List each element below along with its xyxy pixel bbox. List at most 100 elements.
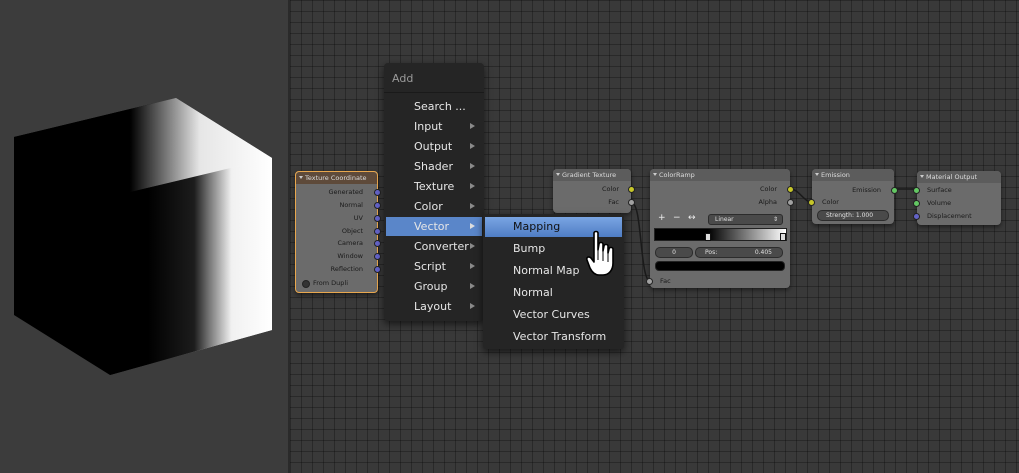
menu-item-label: Color [414,200,443,213]
submenu-arrow-icon [470,143,475,149]
stop-position-field[interactable]: Pos: 0.405 [695,247,783,258]
interpolation-value: Linear [715,216,734,223]
input-displacement: Displacement [927,212,972,220]
texture-coordinate-node[interactable]: Texture Coordinate Generated Normal UV O… [295,171,381,293]
menu-item-label: Group [414,280,448,293]
strength-value: Strength: 1.000 [826,212,874,219]
menu-item-search[interactable]: Search ... [386,97,482,116]
socket-color[interactable] [787,186,794,193]
input-surface: Surface [927,186,952,194]
menu-item-label: Output [414,140,453,153]
socket-window[interactable] [374,253,381,260]
submenu-arrow-icon [470,183,475,189]
stop-color-swatch[interactable] [655,261,785,271]
node-title: Emission [821,171,850,179]
ramp-stop-marker-end[interactable] [780,233,786,241]
menu-item-layout[interactable]: Layout [386,297,482,316]
node-header[interactable]: Texture Coordinate [296,172,377,184]
submenu-item-vector-curves[interactable]: Vector Curves [485,305,622,325]
output-emission: Emission [852,186,881,194]
gradient-texture-node[interactable]: Gradient Texture Color Fac [553,169,635,213]
from-dupli-checkbox[interactable] [302,280,310,288]
socket-object[interactable] [374,228,381,235]
hand-cursor-icon [586,230,614,276]
menu-item-script[interactable]: Script [386,257,482,276]
submenu-arrow-icon [470,243,475,249]
remove-stop-button[interactable]: − [673,213,681,223]
input-color: Color [822,198,839,206]
material-output-node[interactable]: Material Output Surface Volume Displacem… [913,171,1001,225]
menu-item-vector[interactable]: Vector [386,217,482,236]
submenu-arrow-icon [470,163,475,169]
submenu-item-label: Normal [513,286,553,299]
submenu-item-vector-transform[interactable]: Vector Transform [485,327,622,347]
submenu-arrow-icon [470,223,475,229]
node-title: Texture Coordinate [305,174,367,182]
menu-item-converter[interactable]: Converter [386,237,482,256]
menu-item-input[interactable]: Input [386,117,482,136]
menu-item-output[interactable]: Output [386,137,482,156]
submenu-item-label: Vector Transform [513,330,607,343]
output-color: Color [602,185,619,193]
pos-label: Pos: [705,249,718,256]
stop-index-field[interactable]: 0 [655,247,693,258]
socket-surface[interactable] [913,187,920,194]
socket-color-in[interactable] [808,199,815,206]
strength-field[interactable]: Strength: 1.000 [817,210,889,221]
add-stop-button[interactable]: + [658,213,666,223]
output-fac: Fac [608,198,619,206]
submenu-arrow-icon [470,303,475,309]
flip-ramp-button[interactable]: ↔ [688,213,696,223]
node-title: Gradient Texture [562,171,617,179]
menu-item-shader[interactable]: Shader [386,157,482,176]
socket-volume[interactable] [913,200,920,207]
socket-normal[interactable] [374,202,381,209]
submenu-item-label: Mapping [513,220,561,233]
socket-generated[interactable] [374,189,381,196]
menu-item-label: Search ... [414,100,466,113]
node-title: ColorRamp [659,171,695,179]
socket-reflection[interactable] [374,266,381,273]
submenu-arrow-icon [470,283,475,289]
submenu-arrow-icon [470,123,475,129]
emission-node[interactable]: Emission Emission Color Strength: 1.000 [808,169,898,224]
node-title: Material Output [926,173,978,181]
socket-camera[interactable] [374,240,381,247]
socket-fac-in[interactable] [646,278,653,285]
colorramp-node[interactable]: ColorRamp Color Alpha + − ↔ Linear ⇕ 0 P… [646,169,794,288]
node-header[interactable]: ColorRamp [650,169,790,181]
menu-item-label: Script [414,260,446,273]
add-menu-title: Add [392,72,414,85]
submenu-arrow-icon [470,263,475,269]
node-header[interactable]: Gradient Texture [553,169,631,181]
output-normal: Normal [339,201,363,209]
menu-item-texture[interactable]: Texture [386,177,482,196]
ramp-stop-marker[interactable] [705,233,711,241]
pos-value: 0.405 [754,249,772,256]
socket-displacement[interactable] [913,213,920,220]
socket-fac[interactable] [628,199,635,206]
submenu-item-label: Bump [513,242,546,255]
socket-emission[interactable] [891,187,898,194]
color-ramp-bar[interactable] [654,228,787,241]
interpolation-select[interactable]: Linear ⇕ [708,214,783,225]
menu-item-label: Texture [414,180,455,193]
output-window: Window [337,252,363,260]
submenu-item-normal[interactable]: Normal [485,283,622,303]
output-generated: Generated [328,188,363,196]
node-header[interactable]: Material Output [917,171,1001,183]
socket-color[interactable] [628,186,635,193]
cube-render [14,98,272,375]
node-header[interactable]: Emission [812,169,894,181]
3d-viewport[interactable] [0,0,288,473]
menu-item-label: Input [414,120,443,133]
output-uv: UV [353,214,363,222]
menu-item-color[interactable]: Color [386,197,482,216]
stop-index-value: 0 [672,249,676,256]
menu-item-group[interactable]: Group [386,277,482,296]
output-object: Object [341,227,363,235]
socket-alpha[interactable] [787,199,794,206]
output-color: Color [760,185,777,193]
from-dupli-label: From Dupli [313,279,349,287]
socket-uv[interactable] [374,215,381,222]
